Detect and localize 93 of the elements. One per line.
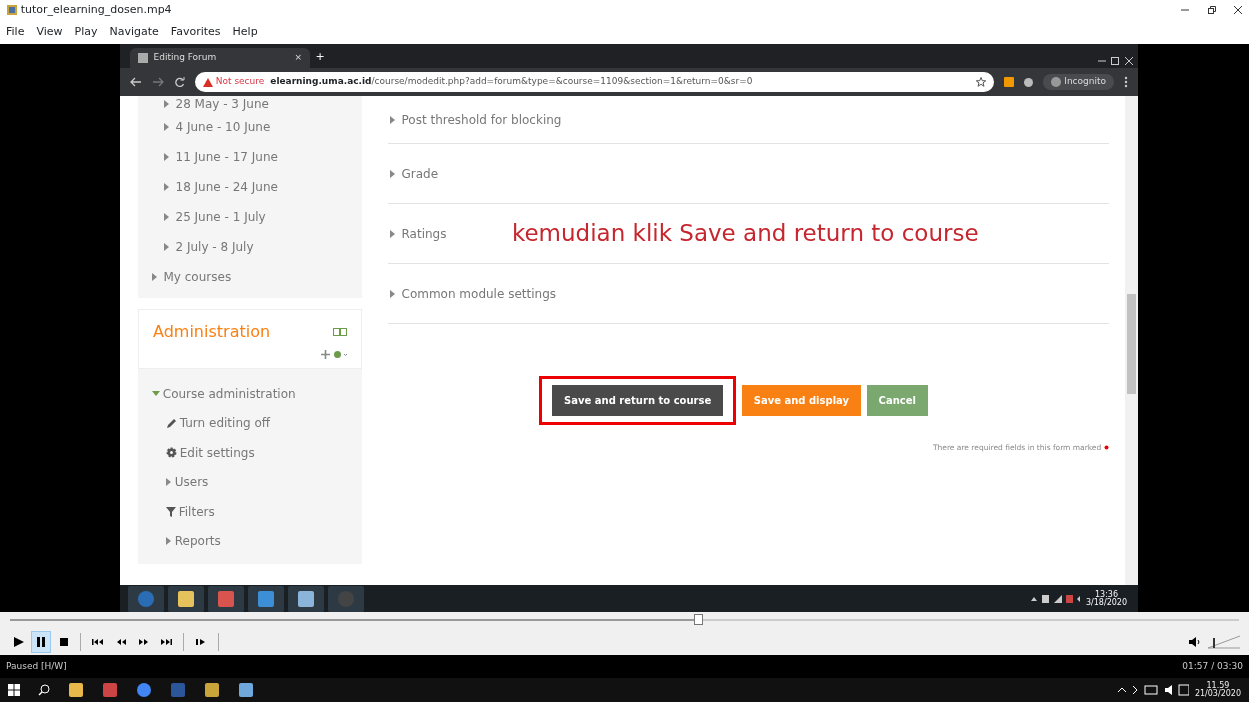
tree-item[interactable]: Turn editing off: [179, 414, 271, 433]
filter-icon: [166, 506, 176, 517]
caret-right-icon: [164, 213, 170, 221]
plus-icon[interactable]: [321, 349, 331, 359]
section-toggle[interactable]: Ratings: [390, 224, 447, 243]
tree-item[interactable]: Reports: [174, 532, 221, 551]
block-title: Administration: [153, 321, 271, 343]
address-bar[interactable]: Not secure elearning.uma.ac.id/course/modedit.php?add=forum&type=&course=1109&section=1&return=0&sr=0: [195, 72, 995, 92]
app-icon[interactable]: [208, 585, 244, 612]
required-icon: [1104, 444, 1109, 450]
back-arrow-icon[interactable]: [130, 77, 142, 87]
taskbar-clock: 11.59 21/03/2020: [1194, 682, 1241, 698]
caret-right-icon: [390, 289, 396, 298]
start-orb-icon[interactable]: [128, 585, 164, 612]
menu-item[interactable]: Play: [74, 23, 98, 41]
caret-right-icon: [164, 123, 170, 131]
tray-clock: 13:36 3/18/2020: [1085, 590, 1127, 607]
close-icon[interactable]: [1233, 5, 1243, 15]
reload-icon[interactable]: [174, 76, 185, 88]
circle-icon[interactable]: [1024, 77, 1034, 87]
form-button[interactable]: Save and display: [741, 385, 862, 416]
tree-item[interactable]: Users: [174, 473, 209, 492]
caret-right-icon: [164, 100, 170, 108]
security-warning: Not secure: [215, 75, 265, 89]
section-toggle[interactable]: Post threshold for blocking: [390, 110, 562, 129]
tray-icons-icon: [1117, 684, 1190, 696]
seek-handle[interactable]: [694, 613, 704, 625]
new-tab-button[interactable]: +: [315, 48, 325, 66]
caption-text: kemudian klik Save and return to course: [511, 219, 979, 249]
caret-right-icon: [390, 115, 396, 124]
tree-item[interactable]: 2 July - 8 July: [175, 238, 254, 256]
search-icon[interactable]: [38, 684, 50, 696]
caret-right-icon: [390, 229, 396, 238]
app-icon[interactable]: [248, 585, 284, 612]
restore-icon[interactable]: [1206, 5, 1217, 15]
caret-right-icon: [164, 183, 170, 191]
pencil-icon: [166, 417, 177, 429]
tray-icons-icon: [1030, 593, 1081, 604]
tab-close[interactable]: ×: [294, 51, 302, 65]
form-button[interactable]: Cancel: [866, 385, 928, 416]
tab-title: Editing Forum: [153, 51, 218, 65]
menu-item[interactable]: Help: [232, 23, 258, 41]
volume-slider-icon[interactable]: [1207, 634, 1241, 649]
app-icon[interactable]: [136, 682, 152, 698]
windows-logo-icon[interactable]: [8, 684, 20, 696]
section-toggle[interactable]: Common module settings: [390, 284, 556, 303]
tree-item[interactable]: 11 June - 17 June: [175, 148, 278, 166]
window-title: tutor_elearning_dosen.mp4: [20, 1, 172, 18]
tree-item[interactable]: Course administration: [162, 384, 296, 403]
menu-item[interactable]: File: [6, 23, 25, 41]
tree-item[interactable]: 28 May - 3 June: [175, 96, 269, 113]
star-icon[interactable]: [976, 77, 987, 87]
tree-item[interactable]: My courses: [163, 268, 232, 286]
forward-arrow-icon[interactable]: [152, 77, 164, 87]
app-icon[interactable]: [204, 682, 220, 698]
tree-item[interactable]: Filters: [178, 502, 215, 521]
incognito-icon: [1051, 77, 1062, 87]
app-icon[interactable]: [238, 682, 254, 698]
restore-icon[interactable]: [1111, 57, 1119, 66]
url-text: elearning.uma.ac.id/course/modedit.php?add=forum&type=&course=1109&section=1&return=0&sr=0: [270, 75, 753, 89]
speaker-icon[interactable]: [1187, 635, 1202, 648]
tree-item[interactable]: 18 June - 24 June: [175, 178, 278, 196]
player-button[interactable]: [30, 630, 51, 653]
menu-item[interactable]: Navigate: [109, 23, 159, 41]
caret-right-icon: [164, 243, 170, 251]
form-button[interactable]: Save and return to course: [552, 385, 724, 416]
film-icon: [6, 4, 18, 16]
extension-icon[interactable]: [1004, 77, 1015, 87]
menu-item[interactable]: View: [36, 23, 63, 41]
warning-icon: [203, 77, 213, 87]
profile-button[interactable]: Incognito: [1043, 74, 1114, 90]
section-toggle[interactable]: Grade: [390, 164, 439, 183]
app-icon[interactable]: [68, 682, 84, 698]
tree-item[interactable]: 25 June - 1 July: [175, 208, 266, 226]
caret-right-icon: [166, 537, 172, 546]
play-icon: [11, 634, 25, 649]
caret-right-icon: [164, 153, 170, 161]
caret-right-icon: [390, 169, 396, 178]
app-icon[interactable]: [168, 585, 204, 612]
caret-right-icon: [166, 478, 172, 487]
tree-item[interactable]: 4 June - 10 June: [175, 118, 271, 136]
caret-right-icon: [152, 273, 158, 281]
app-icon[interactable]: [288, 585, 324, 612]
more-menu-icon[interactable]: [1124, 76, 1128, 88]
time-display: 01:57 / 03:30: [1182, 659, 1243, 673]
status-text: Paused [H/W]: [6, 659, 67, 673]
dock-icon[interactable]: [333, 328, 347, 336]
scrollbar[interactable]: [1125, 96, 1138, 585]
page-icon: [138, 53, 148, 63]
menu-item[interactable]: Favorites: [170, 23, 221, 41]
browser-tab[interactable]: Editing Forum ×: [130, 48, 310, 68]
caret-down-icon: [152, 390, 160, 397]
tree-item[interactable]: Edit settings: [179, 443, 255, 462]
